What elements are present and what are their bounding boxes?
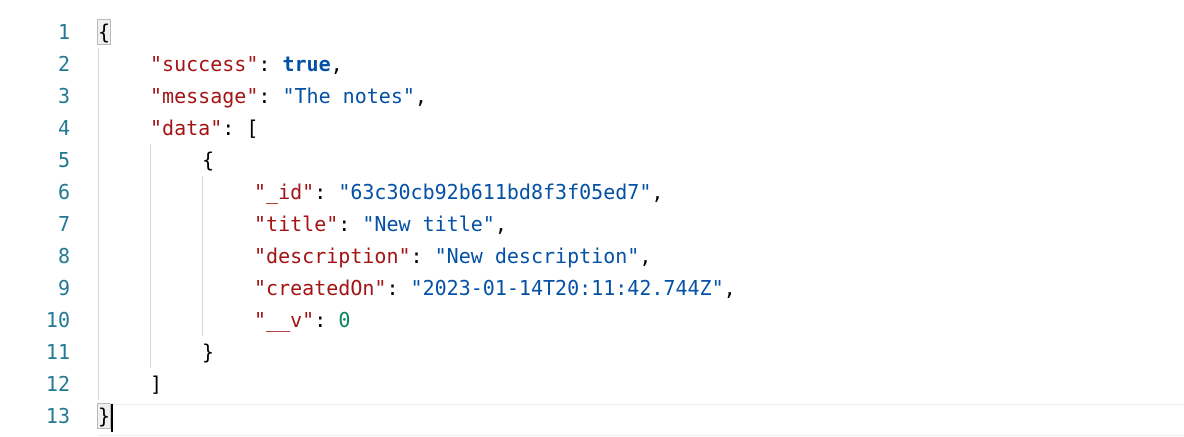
json-key: "_id" xyxy=(254,180,315,204)
json-string: "63c30cb92b611bd8f3f05ed7" xyxy=(338,180,652,204)
colon: : xyxy=(222,116,247,140)
line-number: 8 xyxy=(57,244,70,268)
open-bracket: [ xyxy=(246,116,259,140)
json-string: "New description" xyxy=(434,244,640,268)
code-line: } xyxy=(96,400,1184,432)
code-line: ] xyxy=(98,368,1184,400)
json-boolean: true xyxy=(282,52,331,76)
json-key: "success" xyxy=(150,52,259,76)
line-number: 6 xyxy=(57,180,70,204)
code-line: "success": true, xyxy=(98,48,1184,80)
line-number: 1 xyxy=(57,20,70,44)
code-line: "message": "The notes", xyxy=(98,80,1184,112)
line-number: 7 xyxy=(57,212,70,236)
json-string: "The notes" xyxy=(282,84,415,108)
code-line: "__v": 0 xyxy=(98,304,1184,336)
comma: , xyxy=(330,52,343,76)
json-string: "New title" xyxy=(362,212,495,236)
json-key: "data" xyxy=(150,116,223,140)
comma: , xyxy=(651,180,664,204)
line-number: 11 xyxy=(45,340,70,364)
line-number: 9 xyxy=(57,276,70,300)
colon: : xyxy=(410,244,435,268)
comma: , xyxy=(494,212,507,236)
code-line: "_id": "63c30cb92b611bd8f3f05ed7", xyxy=(98,176,1184,208)
json-number: 0 xyxy=(338,308,351,332)
colon: : xyxy=(258,84,283,108)
json-string: "2023-01-14T20:11:42.744Z" xyxy=(410,276,724,300)
line-number: 10 xyxy=(45,308,70,332)
close-brace: } xyxy=(202,340,215,364)
code-line: "data": [ xyxy=(98,112,1184,144)
colon: : xyxy=(258,52,283,76)
comma: , xyxy=(723,276,736,300)
code-line: } xyxy=(98,336,1184,368)
code-area[interactable]: { "success": true, "message": "The notes… xyxy=(96,0,1184,437)
json-editor[interactable]: 1 2 3 4 5 6 7 8 9 10 11 12 13 { "success… xyxy=(0,0,1184,437)
line-number-gutter: 1 2 3 4 5 6 7 8 9 10 11 12 13 xyxy=(0,0,70,437)
line-number: 4 xyxy=(57,116,70,140)
json-key: "description" xyxy=(254,244,411,268)
line-number: 5 xyxy=(57,148,70,172)
json-key: "__v" xyxy=(254,308,315,332)
json-key: "createdOn" xyxy=(254,276,387,300)
line-number: 12 xyxy=(45,372,70,396)
close-brace: } xyxy=(96,403,112,429)
close-bracket: ] xyxy=(150,372,163,396)
open-brace: { xyxy=(96,19,112,45)
colon: : xyxy=(386,276,411,300)
json-key: "title" xyxy=(254,212,339,236)
code-line: "createdOn": "2023-01-14T20:11:42.744Z", xyxy=(98,272,1184,304)
colon: : xyxy=(314,308,339,332)
colon: : xyxy=(314,180,339,204)
text-cursor xyxy=(111,403,114,432)
line-number: 13 xyxy=(45,404,70,428)
line-number: 2 xyxy=(57,52,70,76)
code-line: "description": "New description", xyxy=(98,240,1184,272)
open-brace: { xyxy=(202,148,215,172)
code-line: { xyxy=(98,144,1184,176)
code-line: { xyxy=(96,16,1184,48)
code-line: "title": "New title", xyxy=(98,208,1184,240)
line-number: 3 xyxy=(57,84,70,108)
comma: , xyxy=(639,244,652,268)
json-key: "message" xyxy=(150,84,259,108)
comma: , xyxy=(414,84,427,108)
colon: : xyxy=(338,212,363,236)
